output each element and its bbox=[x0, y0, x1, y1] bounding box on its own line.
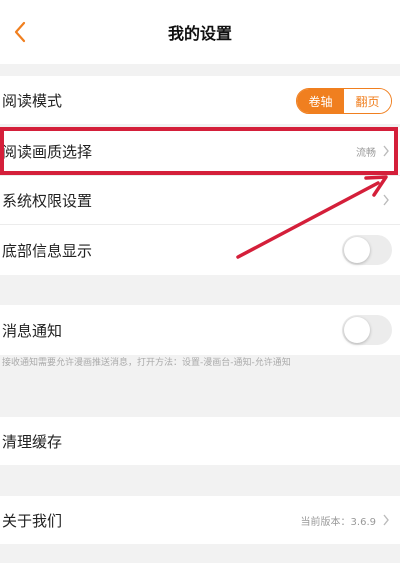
chevron-right-icon bbox=[383, 514, 389, 526]
image-quality-label: 阅读画质选择 bbox=[2, 142, 93, 161]
notifications-hint: 接收通知需要允许漫画推送消息，打开方法：设置-漫画台-通知-允许通知 bbox=[2, 358, 291, 368]
header-bar: 我的设置 bbox=[0, 0, 400, 64]
image-quality-row[interactable]: 阅读画质选择 流畅 bbox=[0, 127, 400, 175]
about-label: 关于我们 bbox=[2, 511, 63, 530]
toggle-knob bbox=[344, 317, 370, 343]
bottom-info-label: 底部信息显示 bbox=[2, 241, 93, 260]
image-quality-value-group: 流畅 bbox=[356, 144, 390, 159]
chevron-right-icon bbox=[383, 145, 389, 157]
bottom-info-toggle[interactable] bbox=[342, 235, 392, 265]
permissions-label: 系统权限设置 bbox=[2, 191, 93, 210]
permissions-chevron-group bbox=[376, 194, 390, 206]
reading-mode-row: 阅读模式 卷轴 翻页 bbox=[0, 76, 400, 124]
notifications-label: 消息通知 bbox=[2, 321, 63, 340]
about-row[interactable]: 关于我们 当前版本：3.6.9 bbox=[0, 496, 400, 544]
reading-mode-label: 阅读模式 bbox=[2, 91, 63, 110]
reading-mode-page-option[interactable]: 翻页 bbox=[344, 89, 391, 113]
permissions-row[interactable]: 系统权限设置 bbox=[0, 176, 400, 224]
toggle-knob bbox=[344, 237, 370, 263]
version-text: 当前版本：3.6.9 bbox=[300, 516, 376, 528]
chevron-right-icon bbox=[383, 194, 389, 206]
notifications-row: 消息通知 bbox=[0, 305, 400, 355]
reading-mode-scroll-option[interactable]: 卷轴 bbox=[297, 89, 344, 113]
reading-mode-segmented-control: 卷轴 翻页 bbox=[296, 88, 392, 114]
image-quality-value: 流畅 bbox=[356, 147, 376, 159]
page-title: 我的设置 bbox=[167, 24, 232, 43]
about-value-group: 当前版本：3.6.9 bbox=[301, 513, 390, 528]
clear-cache-label: 清理缓存 bbox=[2, 432, 63, 451]
clear-cache-row[interactable]: 清理缓存 bbox=[0, 417, 400, 465]
bottom-info-row: 底部信息显示 bbox=[0, 225, 400, 275]
notifications-toggle[interactable] bbox=[342, 315, 392, 345]
